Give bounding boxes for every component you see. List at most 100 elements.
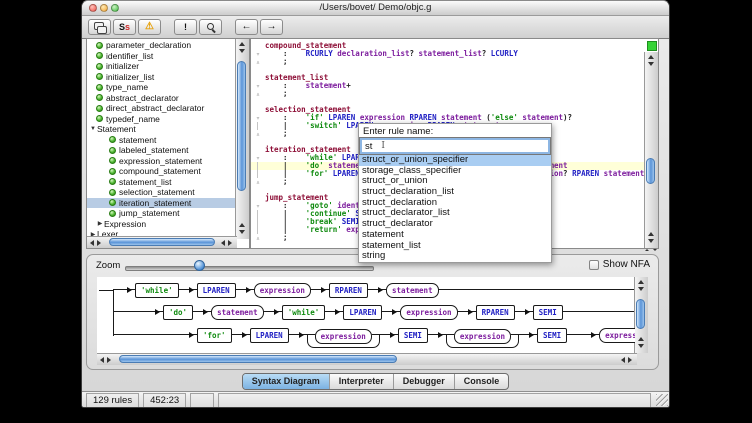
tree-group-statement[interactable]: ▼Statement [87, 124, 236, 135]
tab-syntax-diagram[interactable]: Syntax Diagram [243, 374, 329, 389]
fold-gutter[interactable] [251, 162, 265, 170]
check-grammar-button[interactable]: ! [174, 19, 197, 35]
fold-gutter[interactable] [251, 210, 265, 218]
scrollbar-thumb[interactable] [237, 61, 246, 191]
diagram-node-lparen[interactable]: LPAREN [250, 328, 289, 343]
find-button[interactable] [199, 19, 222, 35]
fold-gutter[interactable]: ▿ [251, 50, 265, 58]
scrollbar-arrow-icon[interactable] [100, 357, 104, 363]
diagram-horizontal-scrollbar[interactable] [97, 353, 637, 365]
diagram-node-while[interactable]: 'while' [282, 305, 326, 320]
show-nfa-checkbox[interactable] [589, 260, 599, 270]
resize-grip[interactable] [656, 394, 668, 406]
diagram-node-statement[interactable]: statement [211, 305, 264, 320]
diagram-node-expression[interactable]: expression [254, 283, 311, 298]
scrollbar-arrow-icon[interactable] [628, 357, 632, 363]
tree-item-iteration-statement[interactable]: iteration_statement [87, 198, 236, 209]
tab-interpreter[interactable]: Interpreter [329, 374, 393, 389]
diagram-vertical-scrollbar[interactable] [634, 277, 648, 353]
code-line[interactable]: ▿ : RCURLY declaration_list? statement_l… [251, 50, 645, 58]
rule-name-input[interactable]: st I [360, 138, 550, 154]
forward-button[interactable]: → [260, 19, 283, 35]
diagram-node-semi[interactable]: SEMI [533, 305, 563, 320]
code-line[interactable]: ▵ ; [251, 58, 645, 66]
diagram-node-rparen[interactable]: RPAREN [329, 283, 368, 298]
diagram-node-lparen[interactable]: LPAREN [343, 305, 382, 320]
scrollbar-arrow-icon[interactable] [648, 62, 654, 66]
tree-item-jump-statement[interactable]: jump_statement [87, 208, 236, 219]
fold-gutter[interactable]: ▵ [251, 90, 265, 98]
minimize-window-button[interactable] [100, 4, 108, 12]
fold-gutter[interactable] [251, 218, 265, 226]
tree-horizontal-scrollbar[interactable] [87, 236, 237, 248]
diagram-node-expression[interactable]: expression [315, 329, 372, 344]
back-button[interactable]: ← [235, 19, 258, 35]
tree-item-compound-statement[interactable]: compound_statement [87, 166, 236, 177]
tree-item-initializer[interactable]: initializer [87, 61, 236, 72]
diagram-node-expression[interactable]: expression [599, 328, 635, 343]
scrollbar-arrow-icon[interactable] [638, 287, 644, 291]
tree-item-type-name[interactable]: type_name [87, 82, 236, 93]
disclosure-triangle-icon[interactable]: ▶ [96, 220, 104, 227]
tree-item-initializer-list[interactable]: initializer_list [87, 72, 236, 83]
scrollbar-arrow-icon[interactable] [107, 357, 111, 363]
diagram-node-do[interactable]: 'do' [163, 305, 193, 320]
diagram-node-expression[interactable]: expression [400, 305, 457, 320]
scrollbar-thumb[interactable] [119, 355, 397, 363]
scrollbar-thumb[interactable] [636, 299, 645, 329]
scrollbar-thumb[interactable] [109, 238, 215, 246]
rules-button[interactable] [88, 19, 111, 35]
fold-gutter[interactable]: ▵ [251, 58, 265, 66]
disclosure-triangle-icon[interactable]: ▼ [89, 126, 97, 132]
fold-gutter[interactable]: ▵ [251, 130, 265, 138]
scrollbar-arrow-icon[interactable] [648, 239, 654, 243]
diagram-node-expression[interactable]: expression [454, 329, 511, 344]
fold-gutter[interactable] [251, 170, 265, 178]
scrollbar-arrow-icon[interactable] [239, 230, 245, 234]
completion-item[interactable]: statement [359, 230, 551, 241]
scrollbar-arrow-icon[interactable] [239, 42, 245, 46]
tree-item-abstract-declarator[interactable]: abstract_declarator [87, 93, 236, 104]
window-titlebar[interactable]: /Users/bovet/ Demo/objc.g [82, 1, 669, 16]
editor-vertical-scrollbar[interactable] [644, 52, 658, 248]
fold-gutter[interactable] [251, 122, 265, 130]
code-line[interactable]: ▿ : statement+ [251, 82, 645, 90]
diagram-node-lparen[interactable]: LPAREN [197, 283, 236, 298]
close-window-button[interactable] [89, 4, 97, 12]
zoom-slider[interactable] [125, 266, 374, 271]
completion-item[interactable]: statement_list [359, 241, 551, 252]
tab-console[interactable]: Console [454, 374, 509, 389]
diagram-node-semi[interactable]: SEMI [537, 328, 567, 343]
tree-item-typedef-name[interactable]: typedef_name [87, 114, 236, 125]
syntax-coloring-button[interactable]: Ss [113, 19, 136, 35]
scrollbar-arrow-icon[interactable] [90, 240, 94, 246]
fold-gutter[interactable]: ▵ [251, 178, 265, 186]
diagram-node-semi[interactable]: SEMI [398, 328, 428, 343]
fold-gutter[interactable]: ▵ [251, 234, 265, 242]
fold-gutter[interactable]: ▿ [251, 82, 265, 90]
tree-vertical-scrollbar[interactable] [235, 39, 249, 239]
code-line[interactable]: ▵ ; [251, 90, 645, 98]
scrollbar-arrow-icon[interactable] [221, 240, 225, 246]
fold-gutter[interactable]: ▿ [251, 202, 265, 210]
scrollbar-arrow-icon[interactable] [638, 344, 644, 348]
completion-item[interactable]: string [359, 251, 551, 262]
diagram-node-statement[interactable]: statement [386, 283, 439, 298]
scrollbar-thumb[interactable] [646, 158, 655, 184]
tree-group-expression[interactable]: ▶Expression [87, 219, 236, 230]
diagram-node-for[interactable]: 'for' [197, 328, 232, 343]
warnings-button[interactable]: ⚠ [138, 19, 161, 35]
fold-gutter[interactable]: ▿ [251, 154, 265, 162]
tree-item-labeled-statement[interactable]: labeled_statement [87, 145, 236, 156]
scrollbar-arrow-icon[interactable] [648, 55, 654, 59]
scrollbar-arrow-icon[interactable] [648, 232, 654, 236]
tree-item-selection-statement[interactable]: selection_statement [87, 187, 236, 198]
scrollbar-arrow-icon[interactable] [228, 240, 232, 246]
tab-debugger[interactable]: Debugger [393, 374, 454, 389]
scrollbar-arrow-icon[interactable] [239, 49, 245, 53]
fold-gutter[interactable]: ▿ [251, 114, 265, 122]
diagram-node-while[interactable]: 'while' [135, 283, 179, 298]
tree-item-identifier-list[interactable]: identifier_list [87, 51, 236, 62]
scrollbar-arrow-icon[interactable] [638, 337, 644, 341]
tree-item-statement[interactable]: statement [87, 135, 236, 146]
